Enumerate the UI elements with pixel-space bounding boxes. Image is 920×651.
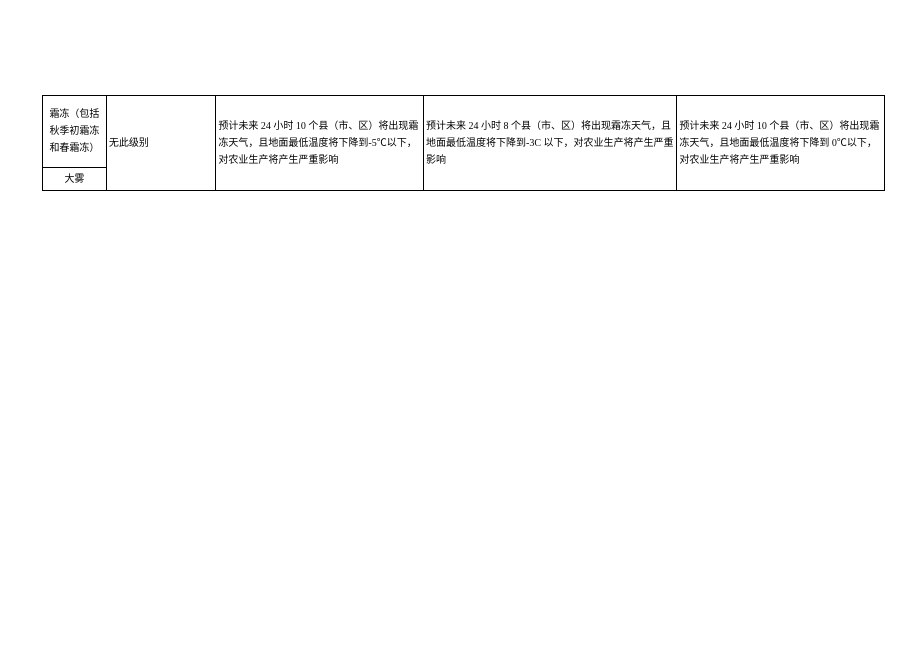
desc3-cell: 预计未来 24 小时 10 个县（市、区）将出现霜冻天气，且地面最低温度将下降到… xyxy=(677,96,885,191)
category-cell-fog: 大雾 xyxy=(43,168,107,191)
category-cell-frost: 霜冻（包括秋季初霜冻和春霜冻） xyxy=(43,96,107,168)
table-row: 霜冻（包括秋季初霜冻和春霜冻） 无此级别 预计未来 24 小时 10 个县（市、… xyxy=(43,96,885,168)
warning-table: 霜冻（包括秋季初霜冻和春霜冻） 无此级别 预计未来 24 小时 10 个县（市、… xyxy=(42,95,885,191)
warning-table-container: 霜冻（包括秋季初霜冻和春霜冻） 无此级别 预计未来 24 小时 10 个县（市、… xyxy=(42,95,885,191)
desc2-cell: 预计未来 24 小时 8 个县（市、区）将出现霜冻天气，且地面最低温度将下降到-… xyxy=(424,96,677,191)
desc1-cell: 预计未来 24 小时 10 个县（市、区）将出现霜冻天气，且地面最低温度将下降到… xyxy=(216,96,424,191)
level-cell: 无此级别 xyxy=(106,96,216,191)
